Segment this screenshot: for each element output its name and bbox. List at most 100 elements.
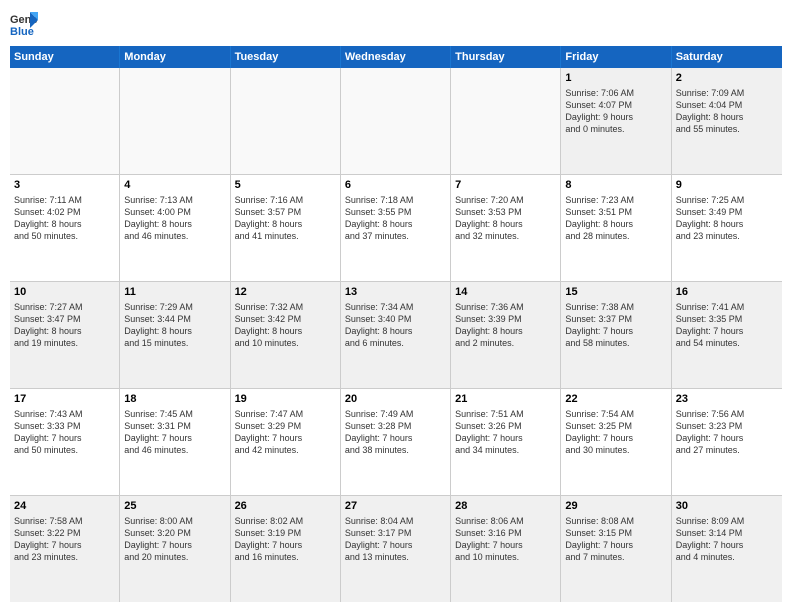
day-info-line: Sunset: 3:44 PM <box>124 313 225 325</box>
day-info-line: and 46 minutes. <box>124 444 225 456</box>
day-cell-11: 11Sunrise: 7:29 AMSunset: 3:44 PMDayligh… <box>120 282 230 388</box>
day-number: 11 <box>124 285 225 300</box>
day-info-line: Daylight: 8 hours <box>14 325 115 337</box>
day-number: 29 <box>565 499 666 514</box>
day-info-line: Sunset: 3:28 PM <box>345 420 446 432</box>
day-info-line: and 50 minutes. <box>14 444 115 456</box>
day-info-line: Sunrise: 8:00 AM <box>124 515 225 527</box>
day-cell-26: 26Sunrise: 8:02 AMSunset: 3:19 PMDayligh… <box>231 496 341 602</box>
day-info-line: Sunrise: 7:06 AM <box>565 87 666 99</box>
day-cell-1: 1Sunrise: 7:06 AMSunset: 4:07 PMDaylight… <box>561 68 671 174</box>
day-info-line: Daylight: 7 hours <box>455 432 556 444</box>
day-info-line: Sunset: 3:39 PM <box>455 313 556 325</box>
day-info-line: and 4 minutes. <box>676 551 778 563</box>
day-info-line: Daylight: 7 hours <box>345 539 446 551</box>
day-number: 30 <box>676 499 778 514</box>
empty-cell <box>120 68 230 174</box>
day-info-line: Sunset: 3:17 PM <box>345 527 446 539</box>
day-info-line: Sunset: 3:19 PM <box>235 527 336 539</box>
day-cell-5: 5Sunrise: 7:16 AMSunset: 3:57 PMDaylight… <box>231 175 341 281</box>
day-info-line: and 6 minutes. <box>345 337 446 349</box>
day-info-line: Sunset: 3:37 PM <box>565 313 666 325</box>
day-info-line: and 10 minutes. <box>455 551 556 563</box>
day-info-line: and 2 minutes. <box>455 337 556 349</box>
header-saturday: Saturday <box>672 46 782 68</box>
day-info-line: Sunset: 3:22 PM <box>14 527 115 539</box>
day-info-line: Sunset: 4:02 PM <box>14 206 115 218</box>
day-cell-20: 20Sunrise: 7:49 AMSunset: 3:28 PMDayligh… <box>341 389 451 495</box>
day-info-line: Daylight: 8 hours <box>124 325 225 337</box>
day-info-line: and 54 minutes. <box>676 337 778 349</box>
day-info-line: Sunset: 3:33 PM <box>14 420 115 432</box>
day-info-line: Sunset: 3:31 PM <box>124 420 225 432</box>
day-info-line: Sunset: 3:35 PM <box>676 313 778 325</box>
day-info-line: Daylight: 8 hours <box>676 111 778 123</box>
day-info-line: and 50 minutes. <box>14 230 115 242</box>
day-cell-19: 19Sunrise: 7:47 AMSunset: 3:29 PMDayligh… <box>231 389 341 495</box>
day-info-line: and 28 minutes. <box>565 230 666 242</box>
day-info-line: and 42 minutes. <box>235 444 336 456</box>
day-info-line: and 46 minutes. <box>124 230 225 242</box>
logo: General Blue <box>10 10 44 38</box>
day-cell-16: 16Sunrise: 7:41 AMSunset: 3:35 PMDayligh… <box>672 282 782 388</box>
day-info-line: Sunset: 3:29 PM <box>235 420 336 432</box>
day-number: 27 <box>345 499 446 514</box>
day-cell-3: 3Sunrise: 7:11 AMSunset: 4:02 PMDaylight… <box>10 175 120 281</box>
week-row-1: 3Sunrise: 7:11 AMSunset: 4:02 PMDaylight… <box>10 175 782 282</box>
day-info-line: and 15 minutes. <box>124 337 225 349</box>
day-info-line: Sunrise: 8:02 AM <box>235 515 336 527</box>
day-info-line: and 30 minutes. <box>565 444 666 456</box>
day-number: 12 <box>235 285 336 300</box>
day-number: 21 <box>455 392 556 407</box>
day-cell-8: 8Sunrise: 7:23 AMSunset: 3:51 PMDaylight… <box>561 175 671 281</box>
day-info-line: Sunset: 3:26 PM <box>455 420 556 432</box>
day-number: 7 <box>455 178 556 193</box>
day-info-line: Daylight: 7 hours <box>235 432 336 444</box>
day-info-line: Sunset: 4:00 PM <box>124 206 225 218</box>
day-info-line: Daylight: 7 hours <box>565 539 666 551</box>
calendar-body: 1Sunrise: 7:06 AMSunset: 4:07 PMDaylight… <box>10 68 782 602</box>
day-info-line: Sunrise: 7:23 AM <box>565 194 666 206</box>
day-info-line: Sunset: 3:40 PM <box>345 313 446 325</box>
day-number: 16 <box>676 285 778 300</box>
day-info-line: and 7 minutes. <box>565 551 666 563</box>
day-info-line: Daylight: 7 hours <box>345 432 446 444</box>
day-number: 4 <box>124 178 225 193</box>
header-thursday: Thursday <box>451 46 561 68</box>
day-info-line: Daylight: 7 hours <box>14 432 115 444</box>
day-info-line: Sunrise: 7:29 AM <box>124 301 225 313</box>
day-info-line: and 27 minutes. <box>676 444 778 456</box>
day-cell-22: 22Sunrise: 7:54 AMSunset: 3:25 PMDayligh… <box>561 389 671 495</box>
day-info-line: and 0 minutes. <box>565 123 666 135</box>
day-info-line: Daylight: 7 hours <box>235 539 336 551</box>
day-info-line: and 38 minutes. <box>345 444 446 456</box>
day-number: 5 <box>235 178 336 193</box>
day-info-line: Daylight: 7 hours <box>14 539 115 551</box>
day-info-line: Sunset: 3:25 PM <box>565 420 666 432</box>
day-info-line: Sunrise: 7:58 AM <box>14 515 115 527</box>
day-number: 26 <box>235 499 336 514</box>
day-info-line: Sunrise: 7:41 AM <box>676 301 778 313</box>
day-info-line: Daylight: 7 hours <box>455 539 556 551</box>
day-info-line: Sunset: 3:53 PM <box>455 206 556 218</box>
day-info-line: Sunset: 3:47 PM <box>14 313 115 325</box>
week-row-2: 10Sunrise: 7:27 AMSunset: 3:47 PMDayligh… <box>10 282 782 389</box>
day-info-line: and 32 minutes. <box>455 230 556 242</box>
day-number: 1 <box>565 71 666 86</box>
day-info-line: Sunset: 3:57 PM <box>235 206 336 218</box>
day-info-line: Sunset: 3:42 PM <box>235 313 336 325</box>
day-info-line: Daylight: 9 hours <box>565 111 666 123</box>
day-info-line: and 37 minutes. <box>345 230 446 242</box>
day-info-line: Sunset: 3:20 PM <box>124 527 225 539</box>
day-info-line: Daylight: 8 hours <box>235 325 336 337</box>
day-info-line: Daylight: 8 hours <box>565 218 666 230</box>
day-info-line: Sunrise: 8:06 AM <box>455 515 556 527</box>
day-number: 19 <box>235 392 336 407</box>
day-number: 9 <box>676 178 778 193</box>
day-info-line: Sunset: 4:07 PM <box>565 99 666 111</box>
day-cell-30: 30Sunrise: 8:09 AMSunset: 3:14 PMDayligh… <box>672 496 782 602</box>
day-cell-4: 4Sunrise: 7:13 AMSunset: 4:00 PMDaylight… <box>120 175 230 281</box>
day-number: 22 <box>565 392 666 407</box>
day-info-line: Sunrise: 7:54 AM <box>565 408 666 420</box>
day-number: 17 <box>14 392 115 407</box>
